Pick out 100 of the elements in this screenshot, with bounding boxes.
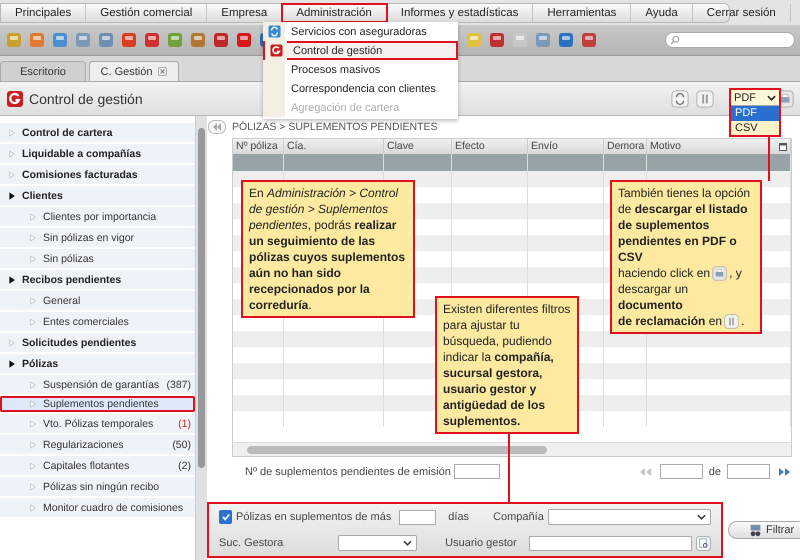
app-icon[interactable] bbox=[97, 31, 115, 49]
unit-label: días bbox=[448, 511, 470, 523]
print-icon bbox=[712, 266, 728, 280]
chevron-down-icon bbox=[403, 540, 412, 546]
tree-item[interactable]: Entes comerciales bbox=[0, 312, 195, 331]
tree-item[interactable]: Recibos pendientes bbox=[0, 270, 195, 289]
tree-item[interactable]: Sin pólizas en vigor bbox=[0, 228, 195, 247]
menu-item[interactable]: Gestión comercial bbox=[86, 4, 208, 22]
menu-item[interactable]: Correspondencia con clientes bbox=[263, 79, 458, 98]
document-icon[interactable] bbox=[696, 90, 714, 108]
maximize-icon[interactable] bbox=[779, 142, 787, 150]
triangle-icon[interactable] bbox=[9, 192, 15, 200]
tree-item-label: General bbox=[43, 294, 82, 306]
menu-item[interactable]: Herramientas bbox=[533, 4, 632, 22]
triangle-icon[interactable] bbox=[9, 276, 15, 284]
filter-label: Suc. Gestora bbox=[219, 537, 284, 549]
tree-item-label: Capitales flotantes bbox=[43, 460, 130, 472]
triangle-icon[interactable] bbox=[9, 360, 15, 368]
tree-item[interactable]: Vto. Pólizas temporales (1) bbox=[0, 414, 195, 433]
tree-item[interactable]: Control de cartera bbox=[0, 123, 195, 142]
app-icon[interactable] bbox=[143, 31, 161, 49]
item-count: (50) bbox=[171, 438, 192, 450]
tree-item-label: Sin pólizas en vigor bbox=[43, 232, 136, 244]
app-icon[interactable] bbox=[212, 31, 230, 49]
menu-item[interactable]: Administración bbox=[282, 4, 387, 22]
company-select[interactable] bbox=[548, 509, 711, 525]
tree-item[interactable]: Solicitudes pendientes bbox=[0, 333, 195, 352]
tree-item[interactable]: Pólizas sin ningún recibo bbox=[0, 477, 195, 496]
menu-item[interactable]: Principales bbox=[1, 4, 86, 22]
tree-item[interactable]: Liquidable a compañías bbox=[0, 144, 195, 163]
logo-icon bbox=[270, 44, 282, 57]
app-icon[interactable] bbox=[51, 31, 69, 49]
tree-item[interactable]: Suspensión de garantías (387) bbox=[0, 375, 195, 394]
tree-item[interactable]: General bbox=[0, 291, 195, 310]
app-icon[interactable] bbox=[511, 31, 529, 49]
menu-item[interactable]: Cerrar sesión bbox=[692, 4, 791, 22]
callout-text: . bbox=[741, 313, 744, 329]
dropdown-option[interactable]: CSV bbox=[731, 121, 779, 136]
collapse-icon[interactable] bbox=[208, 120, 226, 134]
days-field[interactable] bbox=[399, 510, 436, 524]
count-label: Nº de suplementos pendientes de emisión bbox=[245, 466, 451, 478]
total-pages-field[interactable] bbox=[727, 464, 770, 479]
app-icon[interactable] bbox=[5, 31, 23, 49]
tree-item-label: Recibos pendientes bbox=[22, 274, 122, 286]
menu-item[interactable]: Control de gestión bbox=[263, 41, 458, 60]
sync-icon bbox=[268, 25, 280, 38]
app-icon[interactable] bbox=[28, 31, 46, 49]
app-icon[interactable] bbox=[580, 31, 598, 49]
chevron-down-icon bbox=[697, 514, 706, 520]
tree-item[interactable]: Regularizaciones (50) bbox=[0, 435, 195, 454]
check-icon bbox=[220, 512, 231, 522]
search-icon bbox=[670, 35, 680, 45]
tree-item[interactable]: Pólizas bbox=[0, 354, 195, 373]
tab[interactable]: Escritorio bbox=[0, 61, 86, 81]
app-icon[interactable] bbox=[488, 31, 506, 49]
tree-item-label: Comisiones facturadas bbox=[22, 168, 139, 180]
count-field[interactable] bbox=[454, 464, 500, 479]
scrollbar[interactable] bbox=[195, 116, 207, 560]
tab[interactable]: C. Gestión bbox=[89, 61, 179, 81]
app-icon[interactable] bbox=[465, 31, 483, 49]
app-icon[interactable] bbox=[534, 31, 552, 49]
breadcrumb: PÓLIZAS > SUPLEMENTOS PENDIENTES bbox=[232, 121, 438, 133]
tree-item[interactable]: Clientes por importancia bbox=[0, 207, 195, 226]
menu-item[interactable]: Servicios con aseguradoras bbox=[263, 22, 458, 41]
app-icon[interactable] bbox=[557, 31, 575, 49]
tree-item-label: Pólizas bbox=[22, 358, 60, 370]
search-field[interactable] bbox=[665, 32, 795, 48]
app-icon[interactable] bbox=[189, 31, 207, 49]
close-icon[interactable] bbox=[158, 67, 168, 76]
pager-label: de bbox=[708, 466, 721, 478]
tree-item[interactable]: Suplementos pendientes bbox=[0, 396, 195, 412]
checkbox[interactable] bbox=[219, 510, 232, 524]
app-icon[interactable] bbox=[235, 31, 253, 49]
app-icon[interactable] bbox=[166, 31, 184, 49]
tree-item[interactable]: Clientes bbox=[0, 186, 195, 205]
user-field[interactable] bbox=[528, 536, 692, 550]
tree-item-label: Sin pólizas bbox=[43, 252, 95, 264]
refresh-icon[interactable] bbox=[671, 90, 689, 108]
tree-item-label: Suplementos pendientes bbox=[43, 398, 160, 410]
menu-item[interactable]: Procesos masivos bbox=[263, 60, 458, 79]
dropdown-option[interactable]: PDF bbox=[731, 106, 779, 121]
tree-item-label: Entes comerciales bbox=[43, 316, 130, 328]
app-icon[interactable] bbox=[74, 31, 92, 49]
first-page-icon[interactable] bbox=[638, 466, 654, 476]
lookup-icon[interactable] bbox=[696, 536, 711, 550]
menu-item[interactable]: Ayuda bbox=[631, 4, 693, 22]
tree-item[interactable]: Comisiones facturadas bbox=[0, 165, 195, 184]
page-field[interactable] bbox=[660, 464, 703, 479]
tree-item-label: Vto. Pólizas temporales bbox=[43, 418, 154, 430]
app-icon[interactable] bbox=[120, 31, 138, 49]
format-select[interactable]: PDF bbox=[731, 90, 779, 105]
horizontal-scrollbar[interactable] bbox=[233, 442, 791, 456]
filter-label: Usuario gestor bbox=[445, 537, 517, 549]
tree-item[interactable]: Monitor cuadro de comisiones bbox=[0, 498, 195, 517]
branch-select[interactable] bbox=[338, 535, 418, 551]
tree-item[interactable]: Capitales flotantes (2) bbox=[0, 456, 195, 475]
last-page-icon[interactable] bbox=[776, 466, 792, 476]
tree-item[interactable]: Sin pólizas bbox=[0, 249, 195, 268]
page-title: Control de gestión bbox=[29, 90, 143, 106]
filter-button[interactable]: Filtrar bbox=[728, 521, 800, 539]
